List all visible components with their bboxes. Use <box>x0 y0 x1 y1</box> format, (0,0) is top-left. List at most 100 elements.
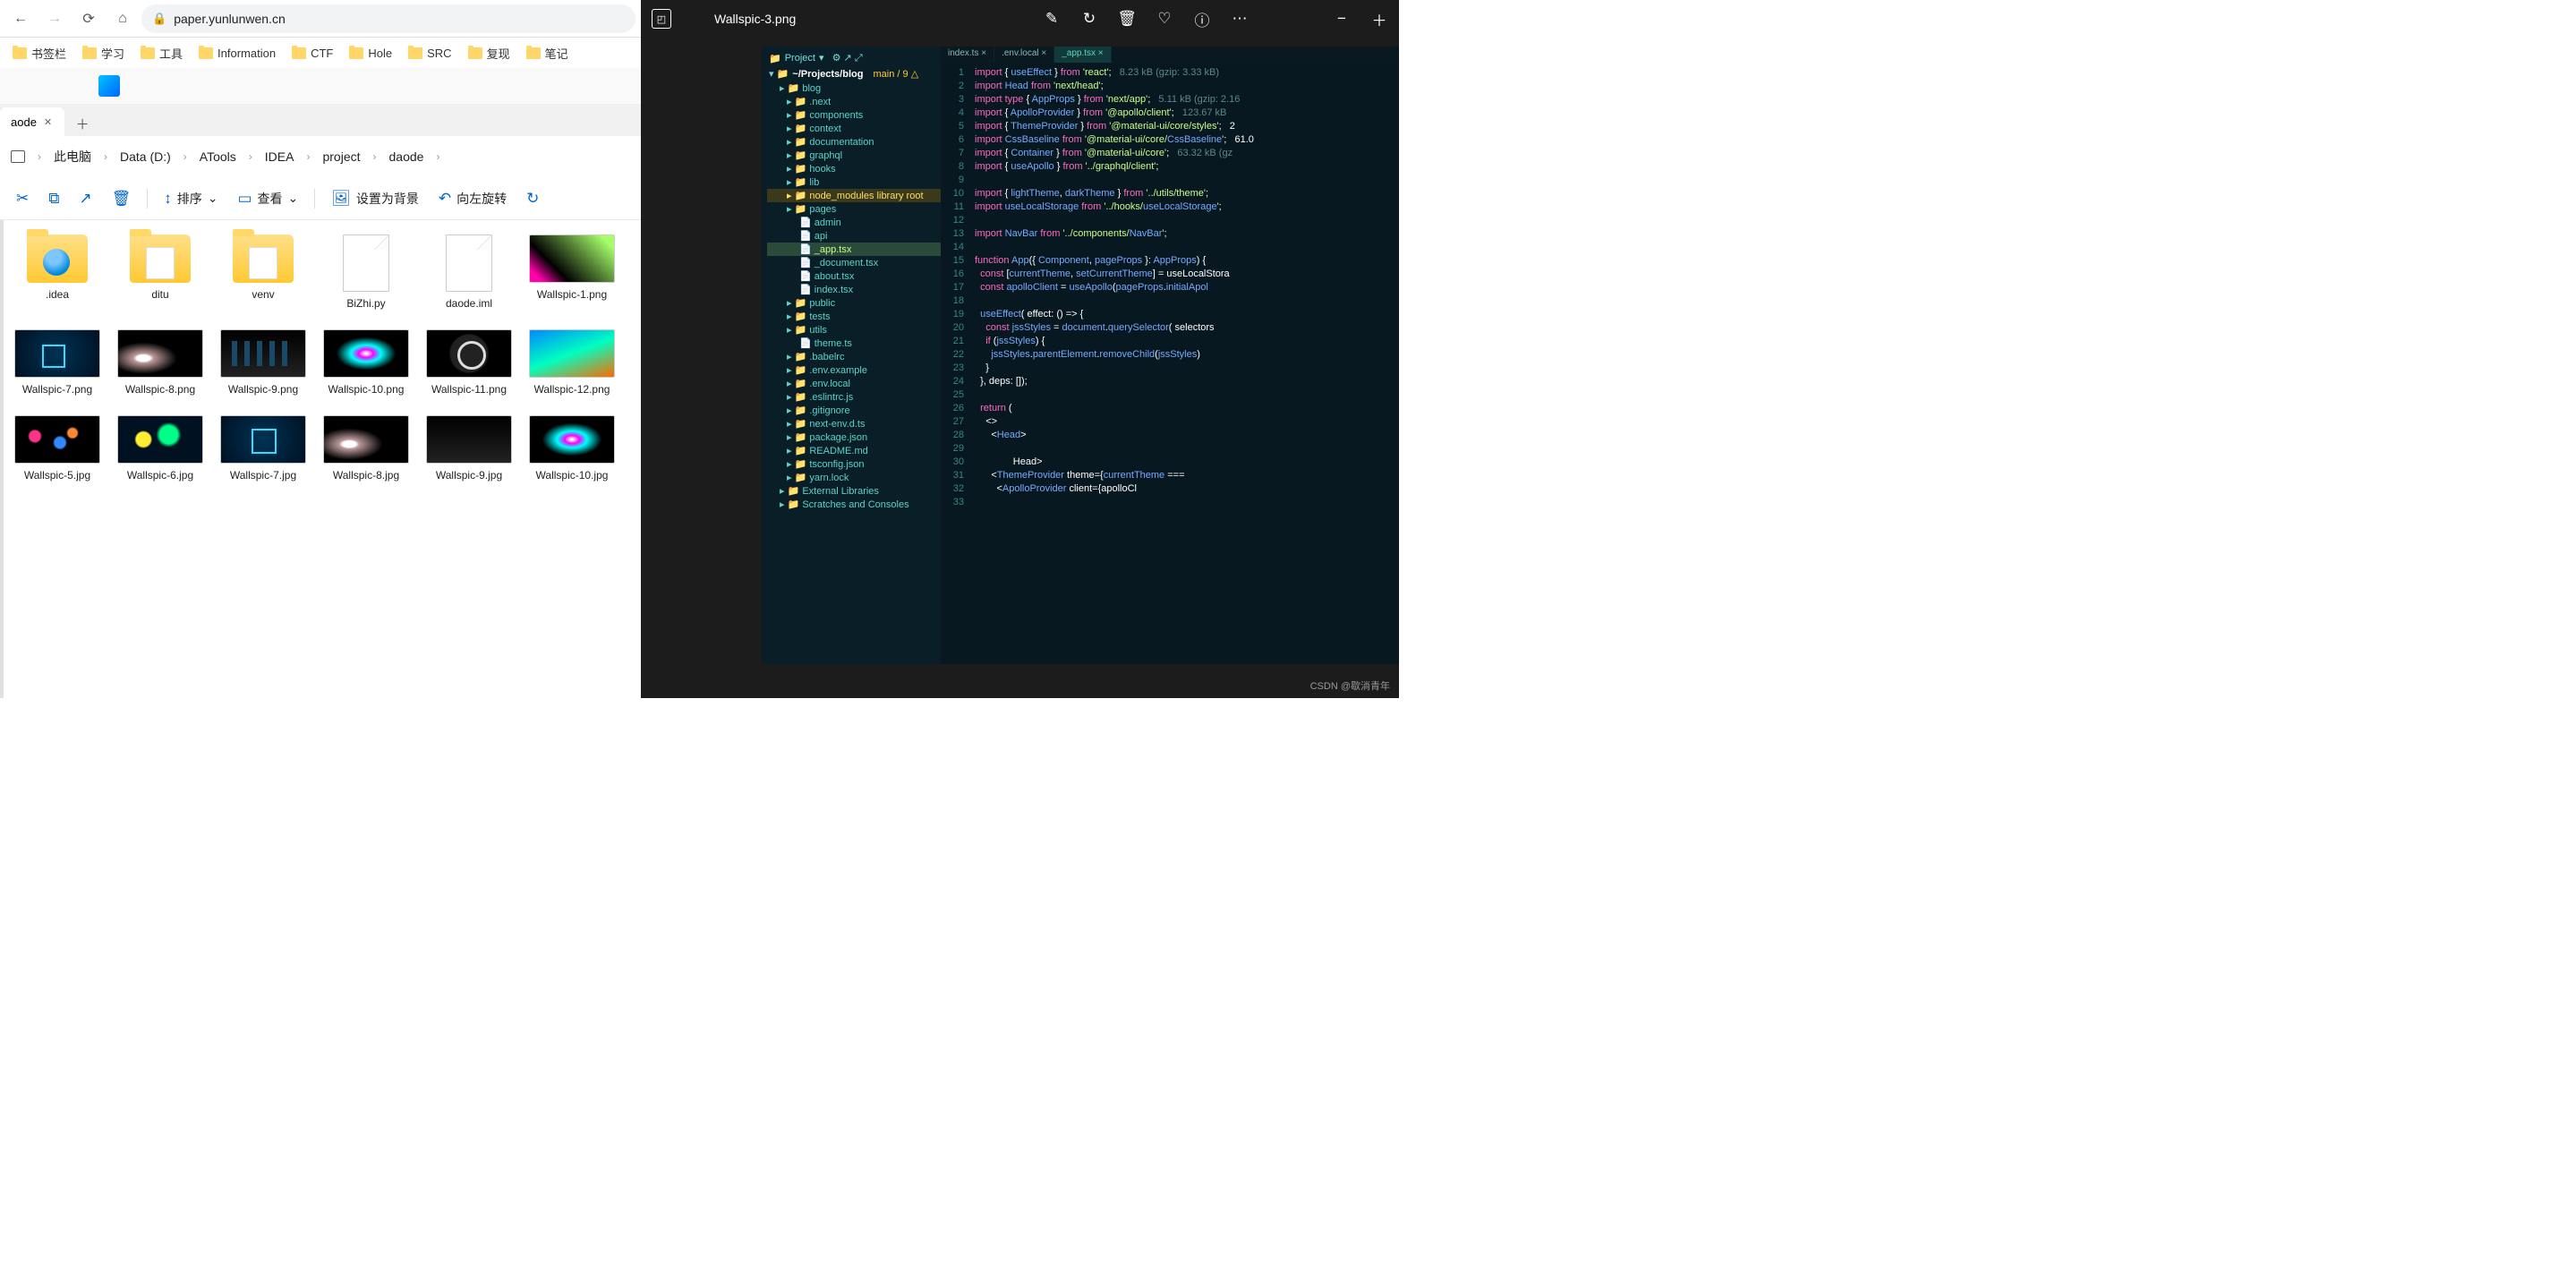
breadcrumb-item[interactable]: project <box>319 146 363 167</box>
thumbnail <box>323 415 409 464</box>
address-bar[interactable]: 🔒 paper.yunlunwen.cn <box>141 4 635 33</box>
tree-node: ▸ 📁 blog <box>767 81 941 95</box>
explorer-tab[interactable]: aode ✕ <box>0 107 64 136</box>
file-item[interactable]: Wallspic-1.png <box>527 234 617 310</box>
sort-icon: ↕ <box>164 190 172 208</box>
explorer-tabs: aode ✕ ＋ <box>0 104 641 136</box>
forward-button[interactable]: → <box>39 4 70 34</box>
bookmark-item[interactable]: 笔记 <box>521 41 574 65</box>
file-label: Wallspic-10.png <box>321 383 411 396</box>
bookmark-item[interactable]: CTF <box>286 43 338 64</box>
chevron-right-icon: › <box>368 150 382 163</box>
file-item[interactable]: venv <box>218 234 308 310</box>
copy-button[interactable]: ⧉ <box>41 183 66 214</box>
bookmark-label: 笔记 <box>545 45 568 62</box>
rotate-left-button[interactable]: ↶向左旋转 <box>431 183 514 214</box>
file-item[interactable]: Wallspic-10.jpg <box>527 415 617 482</box>
set-wallpaper-button[interactable]: 🖼设置为背景 <box>324 183 426 214</box>
monitor-icon[interactable] <box>11 150 25 163</box>
bookmark-label: SRC <box>427 47 451 60</box>
image-icon: 🖼 <box>331 190 351 208</box>
file-label: Wallspic-11.png <box>424 383 514 396</box>
zoom-controls: − ＋ <box>1333 10 1388 28</box>
chevron-right-icon: › <box>98 150 113 163</box>
bookmark-item[interactable]: Information <box>193 43 281 64</box>
file-item[interactable]: ditu <box>115 234 205 310</box>
file-label: Wallspic-7.jpg <box>218 469 308 482</box>
thumbnail <box>426 415 512 464</box>
file-item[interactable]: Wallspic-5.jpg <box>13 415 102 482</box>
editor-tab: _app.tsx × <box>1054 47 1111 63</box>
breadcrumb-item[interactable]: ATools <box>196 146 240 167</box>
home-button[interactable]: ⌂ <box>107 4 138 34</box>
folder-icon <box>82 47 97 59</box>
reload-button[interactable]: ⟳ <box>73 4 104 34</box>
zoom-out-button[interactable]: − <box>1333 10 1351 28</box>
thumbnail <box>220 415 306 464</box>
bookmark-item[interactable]: 工具 <box>135 41 188 65</box>
separator <box>314 189 315 209</box>
back-button[interactable]: ← <box>5 4 36 34</box>
file-item[interactable]: Wallspic-7.png <box>13 329 102 396</box>
bookmark-item[interactable]: Hole <box>344 43 397 64</box>
file-label: Wallspic-9.jpg <box>424 469 514 482</box>
folder-icon <box>141 47 155 59</box>
info-button[interactable]: ⓘ <box>1193 10 1211 28</box>
breadcrumb-item[interactable]: Data (D:) <box>116 146 175 167</box>
delete-button[interactable]: 🗑 <box>105 183 139 214</box>
share-button[interactable]: ↗ <box>72 183 98 214</box>
tree-node: 📄 _document.tsx <box>767 256 941 269</box>
bookmark-item[interactable]: 书签栏 <box>7 41 72 65</box>
zoom-in-button[interactable]: ＋ <box>1370 10 1388 28</box>
file-item[interactable]: Wallspic-9.jpg <box>424 415 514 482</box>
file-item[interactable]: Wallspic-8.jpg <box>321 415 411 482</box>
project-header: 📁 Project ▾ ⚙ ↗ ⤢ <box>762 50 941 66</box>
bookmark-label: CTF <box>311 47 333 60</box>
edit-button[interactable]: ✎ <box>1043 10 1061 28</box>
breadcrumb-item[interactable]: daode <box>386 146 428 167</box>
new-tab-button[interactable]: ＋ <box>68 111 97 136</box>
tree-node: ▸ 📁 graphql <box>767 149 941 162</box>
file-label: Wallspic-9.png <box>218 383 308 396</box>
file-grid: .ideadituvenvBiZhi.pydaode.imlWallspic-1… <box>0 220 641 698</box>
breadcrumb-item[interactable]: 此电脑 <box>50 144 95 169</box>
sort-button[interactable]: ↕排序 ⌄ <box>157 183 225 214</box>
bookmark-label: 书签栏 <box>31 45 66 62</box>
file-item[interactable]: Wallspic-7.jpg <box>218 415 308 482</box>
editor-tab: index.ts × <box>941 47 994 63</box>
file-item[interactable]: Wallspic-9.png <box>218 329 308 396</box>
view-button[interactable]: ▭查看 ⌄ <box>230 183 305 214</box>
file-item[interactable]: Wallspic-12.png <box>527 329 617 396</box>
delete-button[interactable]: 🗑 <box>1118 10 1136 28</box>
rotate-button[interactable]: ↻ <box>1080 10 1098 28</box>
folder-icon <box>349 47 363 59</box>
more-button[interactable]: ⋯ <box>1231 10 1249 28</box>
file-item[interactable]: BiZhi.py <box>321 234 411 310</box>
tree-node: ▸ 📁 pages <box>767 202 941 216</box>
close-icon[interactable]: ✕ <box>44 116 52 128</box>
file-item[interactable]: Wallspic-11.png <box>424 329 514 396</box>
photos-app-icon: ◰ <box>652 9 671 29</box>
view-icon: ▭ <box>237 190 252 208</box>
photo-viewport[interactable]: 📁 Project ▾ ⚙ ↗ ⤢ ▾ 📁 ~/Projects/blog ma… <box>641 38 1399 698</box>
file-item[interactable]: daode.iml <box>424 234 514 310</box>
bookmark-item[interactable]: 复现 <box>463 41 516 65</box>
file-item[interactable]: .idea <box>13 234 102 310</box>
file-item[interactable]: Wallspic-10.png <box>321 329 411 396</box>
cut-button[interactable]: ✂ <box>9 183 36 214</box>
thumbnail <box>117 415 203 464</box>
bookmark-item[interactable]: SRC <box>403 43 456 64</box>
more-button[interactable]: ↻ <box>519 183 546 214</box>
tree-node: ▸ 📁 documentation <box>767 135 941 149</box>
tree-node: ▸ 📁 .env.local <box>767 377 941 390</box>
bookmark-item[interactable]: 学习 <box>77 41 130 65</box>
tree-node: ▸ 📁 node_modules library root <box>767 189 941 202</box>
file-item[interactable]: Wallspic-6.jpg <box>115 415 205 482</box>
breadcrumb-item[interactable]: IDEA <box>261 146 298 167</box>
bookmark-label: 学习 <box>101 45 124 62</box>
chevron-down-icon: ⌄ <box>288 191 299 206</box>
file-item[interactable]: Wallspic-8.png <box>115 329 205 396</box>
thumbnail <box>14 329 100 378</box>
rotate-icon: ↶ <box>439 190 451 208</box>
favorite-button[interactable]: ♡ <box>1156 10 1173 28</box>
